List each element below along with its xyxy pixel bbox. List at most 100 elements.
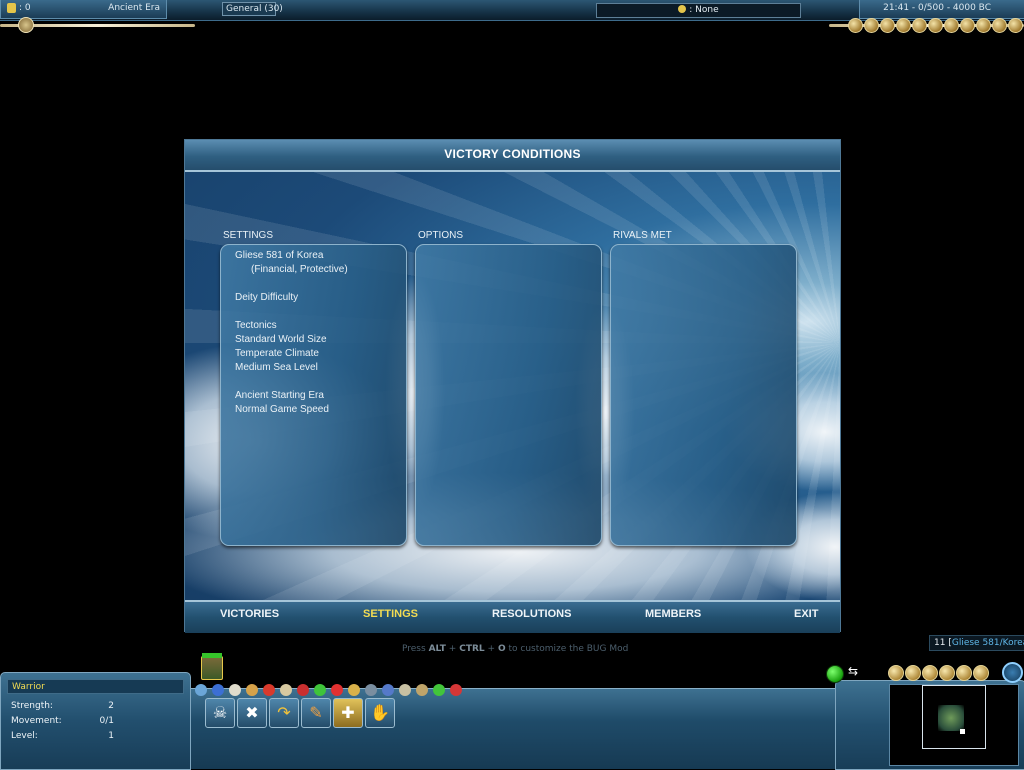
level-value: 1 [108,731,114,741]
advisor-foreign-icon[interactable] [896,18,911,33]
victory-conditions-dialog: VICTORY CONDITIONS SETTINGS OPTIONS RIVA… [184,139,841,633]
filter-icon[interactable] [280,684,292,696]
advisor-dropdown[interactable]: General (30) [222,2,283,16]
research-icon [678,5,687,13]
clock-status: 21:41 - 0/500 - 4000 BC [883,3,991,13]
filter-icon[interactable] [229,684,241,696]
filter-icon[interactable] [348,684,360,696]
advisor-tech-icon[interactable] [928,18,943,33]
dialog-title: VICTORY CONDITIONS [444,147,581,161]
fortify-arrow-icon[interactable]: ↷ [269,698,299,728]
movement-value: 0/1 [99,716,114,726]
filter-icon[interactable] [433,684,445,696]
dialog-footer: VICTORIES SETTINGS RESOLUTIONS MEMBERS E… [185,600,840,633]
setting-starting-era: Ancient Starting Era [235,390,324,401]
advisor-domestic-icon[interactable] [848,18,863,33]
advisor-info-icon[interactable] [976,18,991,33]
filter-icon[interactable] [382,684,394,696]
handshake-icon[interactable]: ✋ [365,698,395,728]
score-player-name: Gliese 581/Korea [951,638,1024,648]
hint-key-o: O [497,644,506,654]
top-right-panel: 21:41 - 0/500 - 4000 BC [859,0,1024,19]
minimap-city-marker [960,729,965,734]
filter-icon[interactable] [263,684,275,696]
setting-climate: Temperate Climate [235,348,319,359]
tab-settings[interactable]: SETTINGS [363,608,418,620]
end-turn-icon[interactable] [826,665,844,683]
settings-column-title: SETTINGS [223,230,274,241]
minimap-filter-icon[interactable] [888,665,904,681]
tab-resolutions[interactable]: RESOLUTIONS [492,608,571,620]
minimap-land [938,705,964,731]
options-column-title: OPTIONS [418,230,464,241]
filter-icon[interactable] [314,684,326,696]
level-label: Level: [11,731,38,741]
filter-icon[interactable] [212,684,224,696]
era-text: Ancient Era [108,3,160,13]
filter-icon[interactable] [331,684,343,696]
filter-icon[interactable] [450,684,462,696]
advisor-espionage-icon[interactable] [992,18,1007,33]
research-text: : None [689,5,719,15]
minimap-filter-icon[interactable] [922,665,938,681]
minimap[interactable] [889,684,1019,766]
setting-sea-level: Medium Sea Level [235,362,318,373]
movement-label: Movement: [11,716,62,726]
explore-icon[interactable]: ✚ [333,698,363,728]
filter-icon[interactable] [246,684,258,696]
setting-world-size: Standard World Size [235,334,327,345]
hint-plus: + [487,644,496,654]
setting-civ: Gliese 581 of Korea [235,250,324,261]
filter-icon[interactable] [297,684,309,696]
advisor-victory-icon[interactable] [960,18,975,33]
minimap-filter-icon[interactable] [905,665,921,681]
selected-unit-portrait[interactable] [201,653,223,680]
gold-text: : 0 [19,3,31,13]
filter-icon[interactable] [416,684,428,696]
advisor-options-icon[interactable] [1008,18,1023,33]
unit-info-panel: Warrior Strength: 2 Movement: 0/1 Level:… [0,672,191,770]
tab-members[interactable]: MEMBERS [645,608,701,620]
bug-mod-hint: Press ALT + CTRL + O to customize the BU… [402,644,628,654]
unit-health-bar [202,653,222,658]
hint-plus: + [448,644,457,654]
minimap-filter-icon[interactable] [939,665,955,681]
sky-background: SETTINGS OPTIONS RIVALS MET Gliese 581 o… [185,172,840,600]
advisor-civics-icon[interactable] [880,18,895,33]
advisor-religion-icon[interactable] [944,18,959,33]
research-bar[interactable]: : None [596,3,801,18]
tab-victories[interactable]: VICTORIES [220,608,279,620]
torch-icon[interactable]: ✎ [301,698,331,728]
minimap-filter-icon[interactable] [956,665,972,681]
hint-prefix: Press [402,644,426,654]
turn-log-icon[interactable] [18,17,34,33]
filter-icon[interactable] [399,684,411,696]
settings-panel: Gliese 581 of Korea (Financial, Protecti… [220,244,407,546]
strength-value: 2 [108,701,114,711]
exit-button[interactable]: EXIT [794,608,818,620]
score-value: 11 [934,638,946,648]
scroll-arrows-icon[interactable]: ⇆ [848,664,858,678]
cancel-swords-icon[interactable]: ✖ [237,698,267,728]
globe-view-icon[interactable] [1002,662,1023,683]
hint-key-ctrl: CTRL [459,644,485,654]
minimap-filter-icon[interactable] [973,665,989,681]
filter-icon[interactable] [365,684,377,696]
setting-game-speed: Normal Game Speed [235,404,329,415]
score-board[interactable]: 11 [Gliese 581/Korea] [929,635,1024,651]
advisor-military-icon[interactable] [912,18,927,33]
advisor-finance-icon[interactable] [864,18,879,33]
hint-suffix: to customize the BUG Mod [508,644,629,654]
unit-name: Warrior [7,679,184,694]
hint-key-alt: ALT [428,644,446,654]
setting-difficulty: Deity Difficulty [235,292,299,303]
skull-icon[interactable]: ☠ [205,698,235,728]
setting-map-script: Tectonics [235,320,277,331]
dialog-header: VICTORY CONDITIONS [185,140,840,172]
strength-label: Strength: [11,701,53,711]
filter-icon[interactable] [195,684,207,696]
rivals-column-title: RIVALS MET [613,230,672,241]
options-panel [415,244,602,546]
advisor-dropdown-label: General (30) [226,4,283,14]
rivals-met-panel [610,244,797,546]
